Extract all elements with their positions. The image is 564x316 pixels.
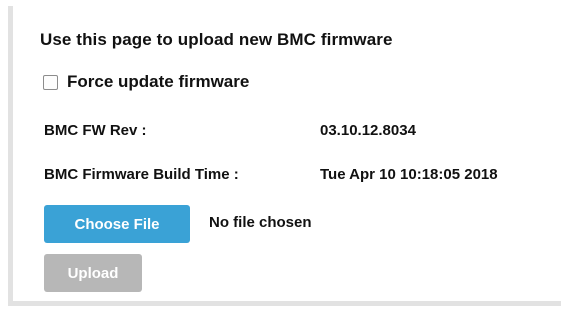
file-status-text: No file chosen: [209, 214, 312, 231]
fw-rev-value: 03.10.12.8034: [320, 122, 416, 139]
build-time-label: BMC Firmware Build Time :: [44, 166, 239, 183]
fw-rev-label: BMC FW Rev :: [44, 122, 147, 139]
force-update-checkbox[interactable]: [43, 74, 58, 90]
firmware-upload-panel: Use this page to upload new BMC firmware…: [8, 6, 561, 306]
choose-file-button[interactable]: Choose File: [44, 205, 190, 243]
force-update-label[interactable]: Force update firmware: [67, 72, 249, 92]
build-time-value: Tue Apr 10 10:18:05 2018: [320, 166, 498, 183]
upload-button[interactable]: Upload: [44, 254, 142, 292]
force-update-row[interactable]: Force update firmware: [43, 72, 249, 92]
page-heading: Use this page to upload new BMC firmware: [40, 30, 393, 49]
